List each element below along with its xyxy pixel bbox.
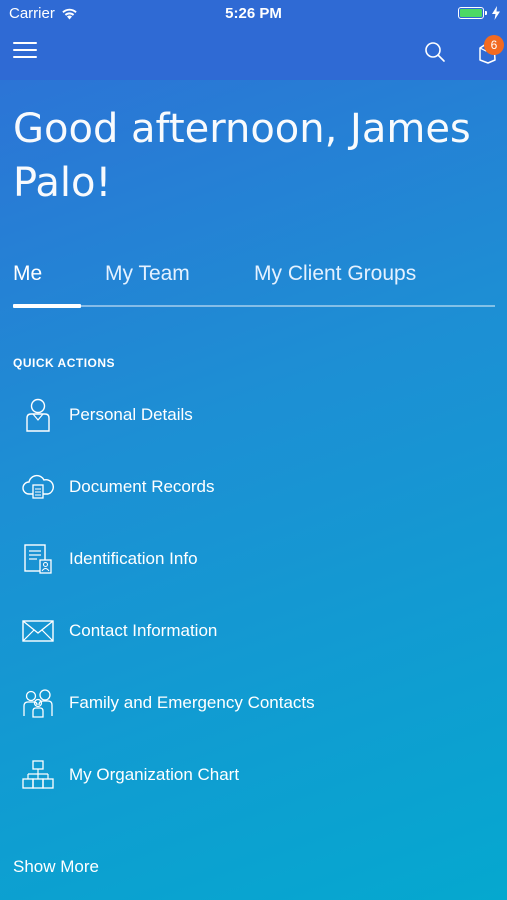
quick-action-identification-info[interactable]: Identification Info [13, 534, 493, 584]
nav-bar [0, 28, 507, 80]
notification-badge: 6 [484, 35, 504, 55]
family-icon [13, 683, 63, 723]
status-time: 5:26 PM [225, 5, 282, 22]
menu-icon-line [13, 42, 37, 44]
quick-action-contact-information[interactable]: Contact Information [13, 606, 493, 656]
quick-actions-heading: QUICK ACTIONS [13, 356, 116, 370]
tab-my-client-groups[interactable]: My Client Groups [254, 262, 416, 286]
tab-track [13, 305, 495, 307]
tab-bar: Me My Team My Client Groups [13, 258, 495, 310]
tab-active-indicator [13, 304, 81, 308]
quick-action-label: Document Records [69, 477, 215, 496]
menu-icon-line [13, 49, 37, 51]
quick-action-label: Personal Details [69, 405, 193, 424]
menu-icon-line [13, 56, 37, 58]
tab-me[interactable]: Me [13, 262, 42, 286]
org-chart-icon [13, 755, 63, 795]
quick-action-family-emergency-contacts[interactable]: Family and Emergency Contacts [13, 678, 493, 728]
quick-action-label: My Organization Chart [69, 765, 240, 784]
quick-action-organization-chart[interactable]: My Organization Chart [13, 750, 493, 800]
search-icon [425, 42, 445, 62]
greeting-title: Good afternoon, James Palo! [13, 106, 471, 206]
quick-action-label: Family and Emergency Contacts [69, 693, 315, 712]
quick-action-document-records[interactable]: Document Records [13, 462, 493, 512]
battery-icon [458, 7, 487, 19]
search-button[interactable] [423, 40, 447, 64]
menu-button[interactable] [13, 42, 37, 62]
envelope-icon [13, 611, 63, 651]
quick-action-label: Identification Info [69, 549, 198, 568]
id-card-icon [13, 539, 63, 579]
charging-icon [492, 6, 500, 20]
status-bar: Carrier 5:26 PM [0, 0, 507, 28]
cloud-document-icon [13, 467, 63, 507]
tab-my-team[interactable]: My Team [105, 262, 190, 286]
show-more-link[interactable]: Show More [13, 857, 99, 877]
quick-action-personal-details[interactable]: Personal Details [13, 390, 493, 440]
status-right [458, 6, 501, 20]
quick-action-label: Contact Information [69, 621, 218, 640]
person-icon [13, 395, 63, 435]
